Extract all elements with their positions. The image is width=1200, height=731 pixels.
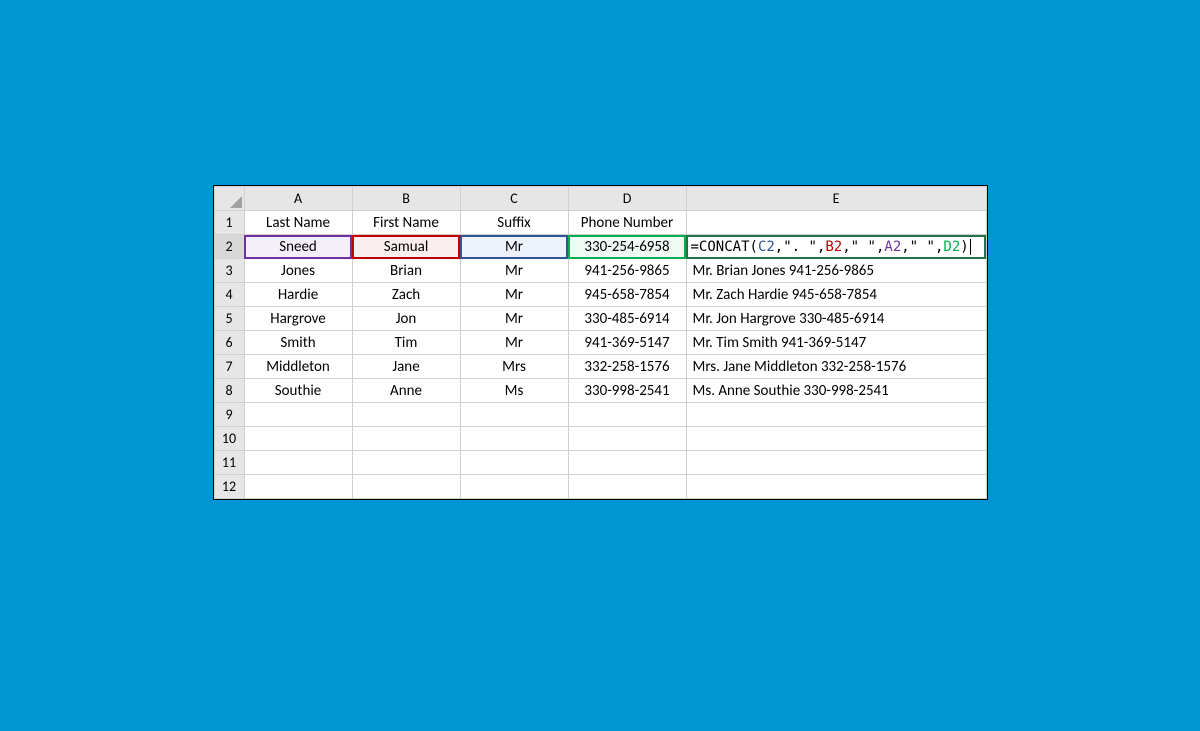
cell-B4[interactable]: Zach	[352, 283, 460, 307]
cell-B9[interactable]	[352, 403, 460, 427]
cell-C9[interactable]	[460, 403, 568, 427]
cell-D10[interactable]	[568, 427, 686, 451]
cell-D2[interactable]: 330-254-6958	[568, 235, 686, 259]
formula-ref-D2: D2	[943, 239, 960, 255]
cell-D3[interactable]: 941-256-9865	[568, 259, 686, 283]
cell-B1[interactable]: First Name	[352, 211, 460, 235]
formula-ref-B2: B2	[825, 239, 842, 255]
cell-E10[interactable]	[686, 427, 986, 451]
cell-C4[interactable]: Mr	[460, 283, 568, 307]
cell-C5[interactable]: Mr	[460, 307, 568, 331]
row-header-9[interactable]: 9	[214, 403, 244, 427]
grid[interactable]: A B C D E 1 Last Name First Name Suffix …	[214, 186, 987, 499]
cell-B2[interactable]: Samual	[352, 235, 460, 259]
row-header-2[interactable]: 2	[214, 235, 244, 259]
row-9: 9	[214, 403, 986, 427]
cell-A2[interactable]: Sneed	[244, 235, 352, 259]
row-header-3[interactable]: 3	[214, 259, 244, 283]
cell-E2-formula-edit[interactable]: =CONCAT(C2,". ",B2," ",A2," ",D2)	[686, 235, 986, 259]
row-header-6[interactable]: 6	[214, 331, 244, 355]
cell-E6[interactable]: Mr. Tim Smith 941-369-5147	[686, 331, 986, 355]
row-header-8[interactable]: 8	[214, 379, 244, 403]
cell-A9[interactable]	[244, 403, 352, 427]
cell-D8[interactable]: 330-998-2541	[568, 379, 686, 403]
row-header-7[interactable]: 7	[214, 355, 244, 379]
cell-A3[interactable]: Jones	[244, 259, 352, 283]
cell-A11[interactable]	[244, 451, 352, 475]
formula-ref-C2: C2	[758, 239, 775, 255]
cell-E9[interactable]	[686, 403, 986, 427]
cell-E3[interactable]: Mr. Brian Jones 941-256-9865	[686, 259, 986, 283]
cell-C1[interactable]: Suffix	[460, 211, 568, 235]
cell-E12[interactable]	[686, 475, 986, 499]
cell-A1[interactable]: Last Name	[244, 211, 352, 235]
col-header-E[interactable]: E	[686, 187, 986, 211]
row-3: 3 Jones Brian Mr 941-256-9865 Mr. Brian …	[214, 259, 986, 283]
select-all-corner[interactable]	[214, 187, 244, 211]
cell-C8[interactable]: Ms	[460, 379, 568, 403]
cell-C3[interactable]: Mr	[460, 259, 568, 283]
row-5: 5 Hargrove Jon Mr 330-485-6914 Mr. Jon H…	[214, 307, 986, 331]
cell-B11[interactable]	[352, 451, 460, 475]
row-8: 8 Southie Anne Ms 330-998-2541 Ms. Anne …	[214, 379, 986, 403]
cell-C6[interactable]: Mr	[460, 331, 568, 355]
cell-E1[interactable]	[686, 211, 986, 235]
cell-E11[interactable]	[686, 451, 986, 475]
cell-A8[interactable]: Southie	[244, 379, 352, 403]
cell-B12[interactable]	[352, 475, 460, 499]
cell-C2[interactable]: Mr	[460, 235, 568, 259]
cell-A4[interactable]: Hardie	[244, 283, 352, 307]
cell-E4[interactable]: Mr. Zach Hardie 945-658-7854	[686, 283, 986, 307]
cell-D11[interactable]	[568, 451, 686, 475]
col-header-D[interactable]: D	[568, 187, 686, 211]
cell-E7[interactable]: Mrs. Jane Middleton 332-258-1576	[686, 355, 986, 379]
cell-A12[interactable]	[244, 475, 352, 499]
cell-D4[interactable]: 945-658-7854	[568, 283, 686, 307]
column-header-row: A B C D E	[214, 187, 986, 211]
cell-D1[interactable]: Phone Number	[568, 211, 686, 235]
col-header-B[interactable]: B	[352, 187, 460, 211]
row-header-1[interactable]: 1	[214, 211, 244, 235]
row-1: 1 Last Name First Name Suffix Phone Numb…	[214, 211, 986, 235]
cell-C12[interactable]	[460, 475, 568, 499]
row-4: 4 Hardie Zach Mr 945-658-7854 Mr. Zach H…	[214, 283, 986, 307]
col-header-A[interactable]: A	[244, 187, 352, 211]
spreadsheet: A B C D E 1 Last Name First Name Suffix …	[213, 185, 988, 500]
cell-C7[interactable]: Mrs	[460, 355, 568, 379]
row-11: 11	[214, 451, 986, 475]
cell-D6[interactable]: 941-369-5147	[568, 331, 686, 355]
cell-A6[interactable]: Smith	[244, 331, 352, 355]
text-cursor	[970, 239, 971, 255]
cell-B8[interactable]: Anne	[352, 379, 460, 403]
formula-ref-A2: A2	[884, 239, 901, 255]
cell-B10[interactable]	[352, 427, 460, 451]
row-header-10[interactable]: 10	[214, 427, 244, 451]
row-header-5[interactable]: 5	[214, 307, 244, 331]
cell-A7[interactable]: Middleton	[244, 355, 352, 379]
row-7: 7 Middleton Jane Mrs 332-258-1576 Mrs. J…	[214, 355, 986, 379]
row-6: 6 Smith Tim Mr 941-369-5147 Mr. Tim Smit…	[214, 331, 986, 355]
cell-E5[interactable]: Mr. Jon Hargrove 330-485-6914	[686, 307, 986, 331]
cell-D12[interactable]	[568, 475, 686, 499]
cell-D9[interactable]	[568, 403, 686, 427]
cell-A5[interactable]: Hargrove	[244, 307, 352, 331]
cell-D5[interactable]: 330-485-6914	[568, 307, 686, 331]
row-header-12[interactable]: 12	[214, 475, 244, 499]
row-header-4[interactable]: 4	[214, 283, 244, 307]
cell-C11[interactable]	[460, 451, 568, 475]
cell-B5[interactable]: Jon	[352, 307, 460, 331]
cell-D7[interactable]: 332-258-1576	[568, 355, 686, 379]
cell-B3[interactable]: Brian	[352, 259, 460, 283]
row-12: 12	[214, 475, 986, 499]
cell-B6[interactable]: Tim	[352, 331, 460, 355]
cell-C10[interactable]	[460, 427, 568, 451]
cell-B7[interactable]: Jane	[352, 355, 460, 379]
col-header-C[interactable]: C	[460, 187, 568, 211]
cell-A10[interactable]	[244, 427, 352, 451]
cell-E8[interactable]: Ms. Anne Southie 330-998-2541	[686, 379, 986, 403]
row-2: 2 Sneed Samual Mr 330-254-6958 =CONCAT(C…	[214, 235, 986, 259]
row-header-11[interactable]: 11	[214, 451, 244, 475]
formula-text: =CONCAT(	[691, 239, 758, 255]
row-10: 10	[214, 427, 986, 451]
